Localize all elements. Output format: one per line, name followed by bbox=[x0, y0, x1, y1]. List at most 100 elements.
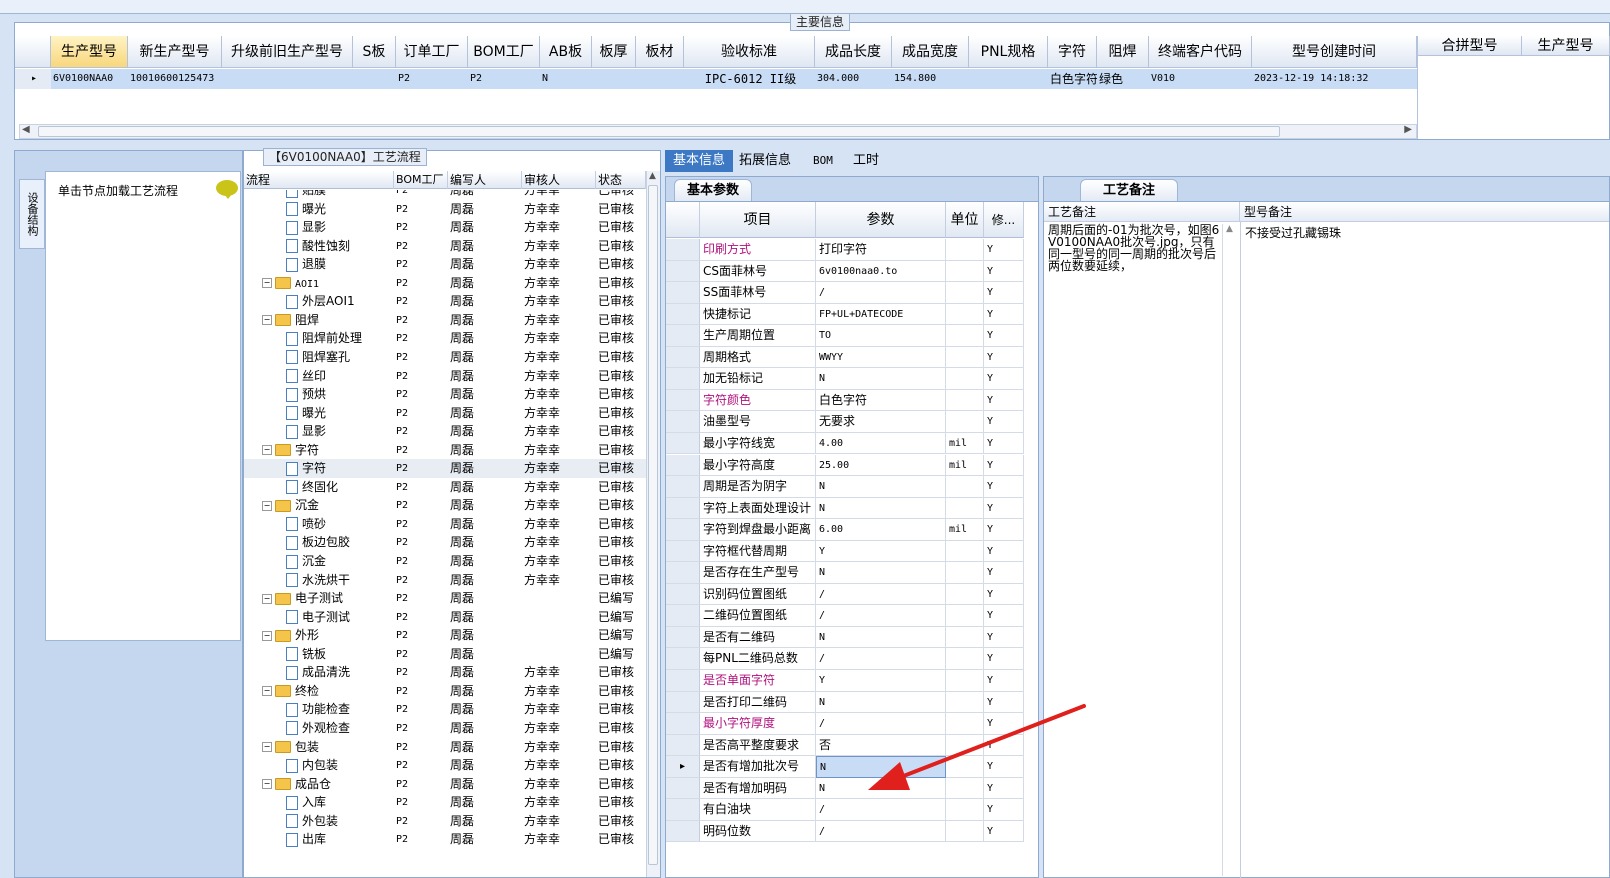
main-info-cell[interactable]: P2 bbox=[468, 69, 540, 89]
tree-folder-node[interactable]: − 沉金 bbox=[262, 496, 394, 515]
param-cell-value[interactable]: / bbox=[816, 799, 946, 821]
scroll-left-arrow-icon[interactable]: ◀ bbox=[22, 124, 30, 135]
row-indicator-header[interactable] bbox=[666, 202, 700, 238]
tree-item-node[interactable]: 阻焊塞孔 bbox=[286, 348, 394, 367]
param-cell-value[interactable]: 4.00 bbox=[816, 432, 946, 455]
tab-extended-info[interactable]: 拓展信息 bbox=[731, 150, 799, 172]
tree-item-node[interactable]: 外包装 bbox=[286, 812, 394, 831]
tree-item-node[interactable]: 出库 bbox=[286, 830, 394, 849]
column-header[interactable]: 终端客户代码 bbox=[1149, 36, 1252, 68]
row-indicator[interactable] bbox=[666, 691, 700, 714]
column-header[interactable]: 型号创建时间 bbox=[1252, 36, 1417, 68]
param-cell-value[interactable]: / bbox=[816, 820, 946, 843]
column-header[interactable]: 订单工厂 bbox=[396, 36, 468, 68]
row-indicator[interactable] bbox=[666, 454, 700, 476]
param-cell-value[interactable]: N bbox=[816, 368, 946, 390]
row-indicator[interactable]: ▸ bbox=[15, 69, 51, 89]
tree-row[interactable]: 预烘 P2 周磊 方幸幸 已审核 bbox=[244, 385, 646, 404]
main-info-cell[interactable]: N bbox=[540, 69, 592, 89]
tree-row[interactable]: 板边包胶 P2 周磊 方幸幸 已审核 bbox=[244, 533, 646, 552]
tab-work-hours[interactable]: 工时 bbox=[845, 150, 887, 172]
scroll-right-arrow-icon[interactable]: ▶ bbox=[1404, 124, 1412, 135]
param-cell-value[interactable]: FP+UL+DATECODE bbox=[816, 303, 946, 326]
row-indicator[interactable] bbox=[666, 820, 700, 843]
tree-item-node[interactable]: 阻焊前处理 bbox=[286, 329, 394, 348]
collapse-icon[interactable]: − bbox=[262, 779, 272, 790]
scroll-up-arrow-icon[interactable]: ▲ bbox=[1226, 224, 1233, 234]
tree-col-header[interactable]: 编写人 bbox=[448, 171, 522, 189]
tree-row[interactable]: 丝印 P2 周磊 方幸幸 已审核 bbox=[244, 367, 646, 386]
tree-row[interactable]: 出库 P2 周磊 方幸幸 已审核 bbox=[244, 830, 646, 849]
tree-row[interactable]: 外层AOI1 P2 周磊 方幸幸 已审核 bbox=[244, 292, 646, 311]
tree-row[interactable]: 曝光 P2 周磊 方幸幸 已审核 bbox=[244, 200, 646, 219]
row-indicator[interactable] bbox=[666, 282, 700, 304]
param-cell-value[interactable]: N bbox=[816, 626, 946, 649]
param-cell-value[interactable]: WWYY bbox=[816, 346, 946, 369]
column-header[interactable]: BOM工厂 bbox=[468, 36, 540, 68]
tree-col-header[interactable]: 状态 bbox=[596, 171, 646, 189]
tree-row[interactable]: 贴膜 P2 周磊 方幸幸 已审核 bbox=[244, 190, 646, 200]
row-indicator[interactable]: ▸ bbox=[666, 756, 700, 778]
row-indicator[interactable] bbox=[666, 325, 700, 347]
column-header[interactable]: 生产型号 bbox=[51, 36, 128, 68]
param-cell-value[interactable]: 6.00 bbox=[816, 519, 946, 541]
column-header[interactable]: 升级前旧生产型号 bbox=[222, 36, 353, 68]
collapse-icon[interactable]: − bbox=[262, 742, 272, 752]
scroll-thumb[interactable] bbox=[648, 185, 658, 865]
column-header[interactable]: 成品长度 bbox=[815, 36, 892, 68]
main-info-cell[interactable]: IPC-6012 II级 bbox=[684, 69, 815, 89]
tree-col-header[interactable]: 流程 bbox=[244, 171, 394, 189]
param-cell-value[interactable]: / bbox=[816, 583, 946, 606]
tree-row[interactable]: 显影 P2 周磊 方幸幸 已审核 bbox=[244, 422, 646, 441]
tree-row[interactable]: 显影 P2 周磊 方幸幸 已审核 bbox=[244, 218, 646, 237]
row-indicator[interactable] bbox=[666, 605, 700, 627]
tree-item-node[interactable]: 铣板 bbox=[286, 645, 394, 664]
param-col-header[interactable]: 参数 bbox=[816, 202, 946, 238]
param-cell-value[interactable]: / bbox=[816, 282, 946, 304]
main-info-cell[interactable]: 154.800 bbox=[892, 69, 969, 89]
tree-item-node[interactable]: 曝光 bbox=[286, 200, 394, 219]
collapse-icon[interactable]: − bbox=[262, 278, 272, 289]
main-info-cell[interactable]: 绿色 bbox=[1097, 69, 1149, 89]
tree-item-node[interactable]: 字符 bbox=[286, 459, 394, 478]
main-info-cell[interactable] bbox=[592, 69, 636, 89]
row-indicator[interactable] bbox=[666, 583, 700, 606]
param-cell-value[interactable]: / bbox=[816, 648, 946, 670]
row-indicator[interactable] bbox=[666, 713, 700, 735]
tree-item-node[interactable]: 曝光 bbox=[286, 404, 394, 423]
collapse-icon[interactable]: − bbox=[262, 445, 272, 456]
note-vscrollbar[interactable]: ▲ bbox=[1222, 224, 1238, 876]
column-header[interactable]: 字符 bbox=[1048, 36, 1097, 68]
row-indicator[interactable] bbox=[666, 519, 700, 541]
param-cell-value[interactable]: Y bbox=[816, 540, 946, 563]
param-cell-value[interactable]: 打印字符 bbox=[816, 239, 946, 261]
column-header[interactable]: 成品宽度 bbox=[892, 36, 969, 68]
tree-folder-node[interactable]: − 外形 bbox=[262, 626, 394, 645]
tree-item-node[interactable]: 外观检查 bbox=[286, 719, 394, 738]
main-info-cell[interactable]: 6V0100NAA0 bbox=[51, 69, 128, 89]
tree-row[interactable]: − 成品仓 P2 周磊 方幸幸 已审核 bbox=[244, 775, 646, 794]
tree-row[interactable]: 阻焊塞孔 P2 周磊 方幸幸 已审核 bbox=[244, 348, 646, 367]
tree-item-node[interactable]: 外层AOI1 bbox=[286, 292, 394, 311]
collapse-icon[interactable]: − bbox=[262, 630, 272, 641]
row-indicator[interactable] bbox=[666, 734, 700, 757]
tree-folder-node[interactable]: − AOI1 bbox=[262, 274, 394, 294]
tree-item-node[interactable]: 显影 bbox=[286, 422, 394, 441]
param-col-header[interactable]: 单位 bbox=[946, 202, 984, 238]
tree-row[interactable]: 酸性蚀刻 P2 周磊 方幸幸 已审核 bbox=[244, 237, 646, 256]
side-tab-device-structure[interactable]: 设备结构 bbox=[19, 179, 45, 249]
main-info-cell[interactable] bbox=[636, 69, 684, 89]
tree-folder-node[interactable]: − 成品仓 bbox=[262, 775, 394, 794]
tree-row[interactable]: 外观检查 P2 周磊 方幸幸 已审核 bbox=[244, 719, 646, 738]
tree-row[interactable]: 沉金 P2 周磊 方幸幸 已审核 bbox=[244, 552, 646, 571]
column-header[interactable]: AB板 bbox=[540, 36, 592, 68]
load-process-button[interactable]: 单击节点加载工艺流程 bbox=[58, 182, 178, 199]
tree-item-node[interactable]: 沉金 bbox=[286, 552, 394, 571]
row-indicator[interactable] bbox=[666, 648, 700, 670]
tree-vscrollbar[interactable]: ▲ bbox=[646, 171, 660, 877]
tree-item-node[interactable]: 丝印 bbox=[286, 367, 394, 386]
tree-item-node[interactable]: 预烘 bbox=[286, 385, 394, 404]
tree-row[interactable]: 成品清洗 P2 周磊 方幸幸 已审核 bbox=[244, 663, 646, 682]
row-indicator[interactable] bbox=[666, 432, 700, 455]
main-info-hscrollbar[interactable]: ◀ ▶ bbox=[19, 124, 1417, 139]
